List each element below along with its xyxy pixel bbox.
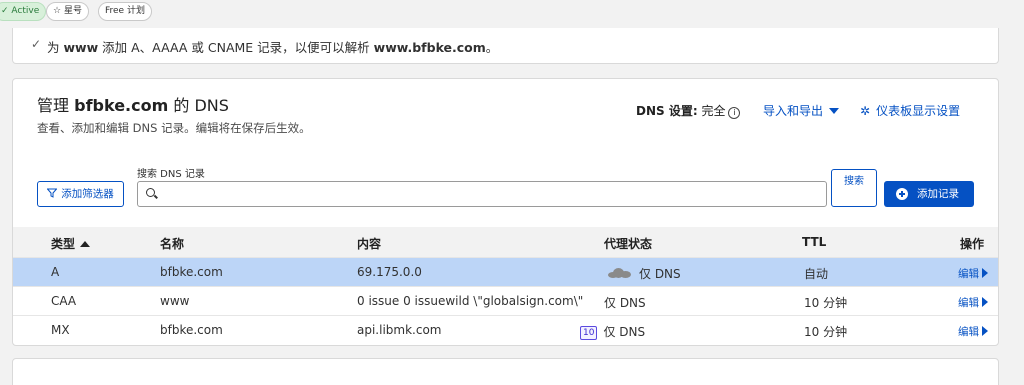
add-record-button[interactable]: 添加记录 [884, 181, 974, 207]
add-filter-button[interactable]: 添加筛选器 [37, 181, 124, 207]
table-row[interactable]: A bfbke.com 69.175.0.0 仅 DNS 自动 编辑 [13, 257, 998, 286]
search-input[interactable] [137, 181, 827, 207]
table-row[interactable]: MX bfbke.com api.libmk.com 10 仅 DNS 10 分钟… [13, 315, 998, 344]
title-suffix: 的 DNS [173, 96, 229, 115]
cloud-icon [607, 268, 631, 278]
column-content-header[interactable]: 内容 [357, 235, 381, 252]
import-export-label: 导入和导出 [763, 104, 824, 118]
priority-badge: 10 [580, 326, 598, 340]
hint-host: www [63, 40, 99, 55]
chevron-right-icon [982, 297, 988, 307]
hint-domain: www.bfbke.com [373, 40, 486, 55]
record-content: 69.175.0.0 [357, 265, 422, 279]
status-badge: ✓ Active [0, 2, 47, 21]
record-name: bfbke.com [160, 323, 223, 337]
record-proxy-label: 仅 DNS [639, 267, 681, 281]
hint-middle: 添加 A、AAAA 或 CNAME 记录，以便可以解析 [102, 40, 370, 55]
record-proxy: 仅 DNS [607, 265, 681, 282]
record-ttl: 自动 [804, 267, 829, 281]
edit-label: 编辑 [958, 268, 979, 280]
resolve-hint-text: 为 www 添加 A、AAAA 或 CNAME 记录，以便可以解析 www.bf… [47, 37, 498, 56]
status-label: Active [11, 6, 40, 16]
star-label: 星号 [63, 6, 82, 16]
column-ttl-header[interactable]: TTL [802, 235, 826, 249]
record-type: MX [51, 323, 70, 337]
record-proxy-label: 仅 DNS [603, 325, 646, 339]
plus-circle-icon [896, 188, 908, 200]
record-name: www [160, 294, 190, 308]
search-button[interactable]: 搜索 [831, 169, 877, 207]
dns-setting: DNS 设置: 完全 i [636, 102, 741, 119]
plan-label: Free 计划 [105, 6, 145, 16]
hint-suffix: 。 [485, 40, 499, 55]
title-prefix: 管理 [37, 96, 70, 115]
table-header: 类型 名称 内容 代理状态 TTL 操作 [13, 227, 998, 257]
record-content: api.libmk.com [357, 323, 442, 337]
dashboard-settings-label: 仪表板显示设置 [876, 104, 961, 118]
next-card [12, 358, 999, 385]
column-actions-header: 操作 [960, 237, 985, 251]
zone-status-bar: ✓ Active ☆ 星号 Free 计划 [0, 0, 1024, 24]
column-type-label: 类型 [51, 237, 76, 251]
column-proxy-header[interactable]: 代理状态 [604, 235, 652, 252]
record-ttl: 10 分钟 [804, 325, 848, 339]
record-name: bfbke.com [160, 265, 223, 279]
resolve-hint-banner: ✓ 为 www 添加 A、AAAA 或 CNAME 记录，以便可以解析 www.… [12, 28, 999, 64]
column-type-header[interactable]: 类型 [51, 235, 91, 252]
gear-icon: ✲ [860, 104, 871, 118]
record-type: A [51, 265, 60, 279]
table-row[interactable]: CAA www 0 issue 0 issuewild \"globalsign… [13, 286, 998, 315]
record-type: CAA [51, 294, 77, 308]
edit-button[interactable]: 编辑 [958, 324, 988, 339]
search-icon [146, 188, 155, 197]
edit-button[interactable]: 编辑 [958, 295, 988, 310]
record-proxy: 仅 DNS [604, 296, 646, 310]
check-icon: ✓ [31, 37, 42, 51]
star-icon: ☆ [53, 6, 62, 16]
chevron-right-icon [982, 268, 988, 278]
dns-setting-label: DNS 设置: [636, 104, 698, 118]
plan-badge[interactable]: Free 计划 [98, 2, 152, 21]
edit-label: 编辑 [958, 326, 979, 338]
info-icon[interactable]: i [728, 107, 741, 119]
search-label: 搜索 DNS 记录 [137, 169, 205, 180]
hint-prefix: 为 [47, 40, 60, 55]
import-export-dropdown[interactable]: 导入和导出 [763, 102, 840, 119]
star-button[interactable]: ☆ 星号 [46, 2, 89, 21]
dashboard-settings-link[interactable]: ✲ 仪表板显示设置 [860, 102, 960, 119]
column-name-header[interactable]: 名称 [160, 235, 184, 252]
dns-setting-value: 完全 [701, 104, 726, 118]
record-proxy: 10 仅 DNS [580, 323, 645, 340]
add-filter-label: 添加筛选器 [61, 188, 114, 200]
title-domain: bfbke.com [74, 96, 169, 115]
add-record-label: 添加记录 [917, 188, 959, 200]
record-content: 0 issue 0 issuewild \"globalsign.com\" [357, 294, 584, 308]
dns-records-card: 管理 bfbke.com 的 DNS 查看、添加和编辑 DNS 记录。编辑将在保… [12, 78, 999, 346]
record-ttl: 10 分钟 [804, 296, 848, 310]
sort-up-icon [80, 241, 91, 247]
page-subtitle: 查看、添加和编辑 DNS 记录。编辑将在保存后生效。 [37, 121, 311, 135]
edit-button[interactable]: 编辑 [958, 266, 988, 281]
edit-label: 编辑 [958, 297, 979, 309]
chevron-right-icon [982, 326, 988, 336]
chevron-down-icon [829, 108, 840, 114]
page-title: 管理 bfbke.com 的 DNS [37, 92, 229, 116]
filter-icon [46, 188, 58, 198]
